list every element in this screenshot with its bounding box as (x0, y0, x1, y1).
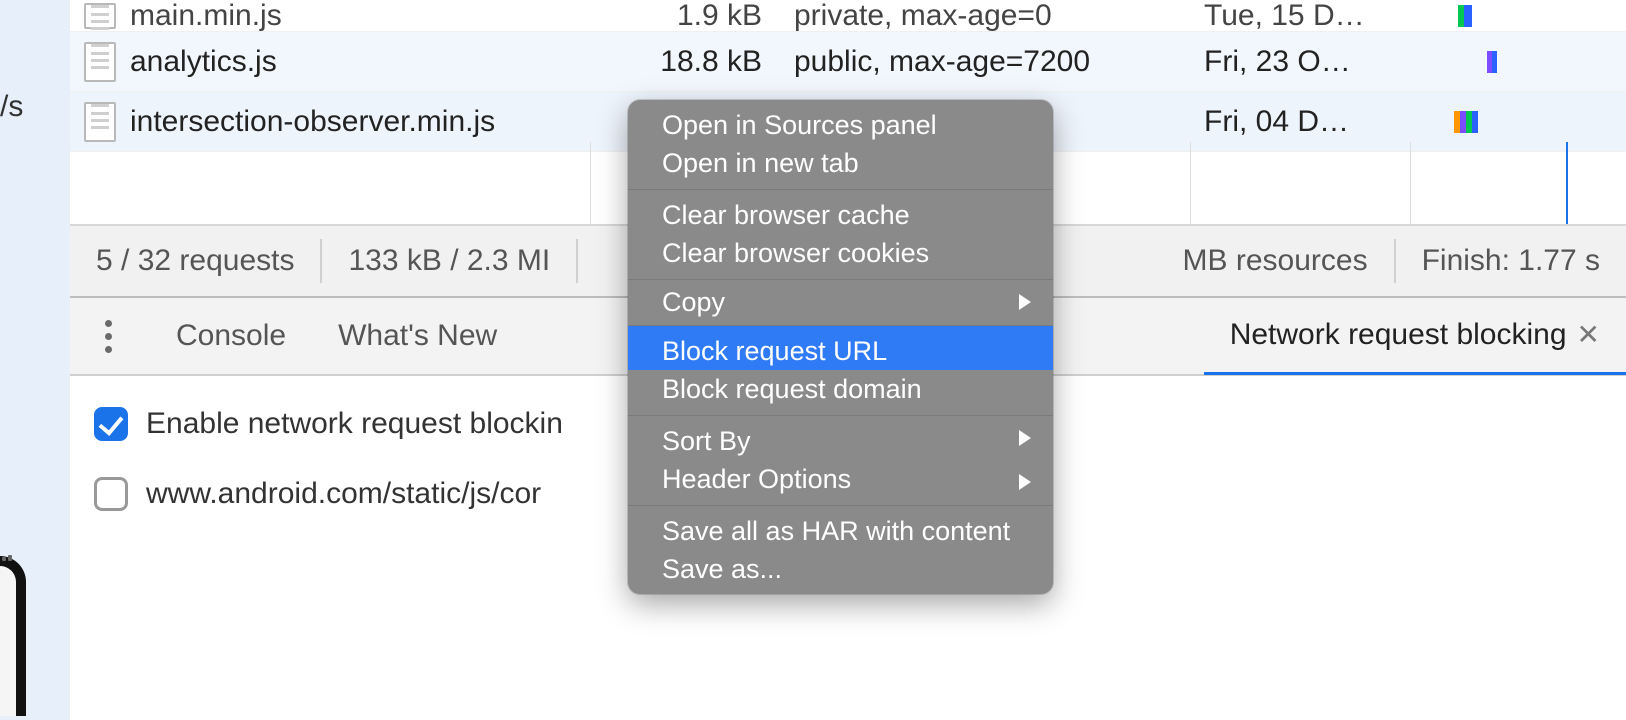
tab-console[interactable]: Console (150, 297, 312, 375)
ctx-sort-by[interactable]: Sort By (628, 416, 1053, 460)
ctx-label: Block request URL (662, 336, 887, 367)
file-size: 18.8 kB (590, 45, 780, 79)
file-name: main.min.js (130, 0, 282, 33)
ctx-label: Sort By (662, 426, 751, 457)
ctx-block-domain[interactable]: Block request domain (628, 370, 1053, 414)
ctx-block-url[interactable]: Block request URL (628, 326, 1053, 370)
close-icon[interactable]: ✕ (1577, 318, 1600, 351)
tab-label: What's New (338, 319, 497, 353)
tab-label: Console (176, 319, 286, 353)
device-signal-icon (2, 557, 6, 561)
ctx-header-options[interactable]: Header Options (628, 460, 1053, 504)
kebab-menu-icon[interactable] (88, 320, 128, 353)
enable-blocking-label: Enable network request blockin (146, 407, 563, 441)
file-icon (84, 42, 116, 82)
truncated-text: /s (0, 90, 23, 124)
status-finish: Finish: 1.77 s (1396, 239, 1626, 283)
device-signal-icon (8, 555, 12, 561)
status-transferred: 133 kB / 2.3 MI (322, 239, 578, 283)
tab-network-request-blocking[interactable]: Network request blocking ✕ (1204, 297, 1626, 375)
tab-label: Network request blocking (1230, 318, 1567, 352)
file-name: analytics.js (130, 45, 277, 79)
ctx-open-new-tab[interactable]: Open in new tab (628, 144, 1053, 188)
file-icon (84, 3, 116, 29)
ctx-save-as[interactable]: Save as... (628, 550, 1053, 594)
ctx-label: Open in Sources panel (662, 110, 937, 141)
ctx-clear-cache[interactable]: Clear browser cache (628, 190, 1053, 234)
file-name: intersection-observer.min.js (130, 105, 495, 139)
table-row[interactable]: analytics.js 18.8 kB public, max-age=720… (70, 32, 1626, 92)
ctx-open-sources[interactable]: Open in Sources panel (628, 100, 1053, 144)
cache-control: private, max-age=0 (780, 0, 1190, 33)
pattern-text: www.android.com/static/js/cor (146, 477, 541, 511)
enable-blocking-checkbox[interactable] (94, 407, 128, 441)
file-date: Fri, 04 D… (1190, 105, 1410, 139)
ctx-label: Copy (662, 287, 725, 318)
ctx-label: Clear browser cookies (662, 238, 929, 269)
file-icon (84, 102, 116, 142)
ctx-label: Clear browser cache (662, 200, 910, 231)
context-menu: Open in Sources panel Open in new tab Cl… (628, 100, 1053, 594)
file-date: Tue, 15 D… (1190, 0, 1410, 33)
ctx-label: Save all as HAR with content (662, 516, 1010, 547)
submenu-arrow-icon (1019, 294, 1031, 310)
cache-control: public, max-age=7200 (780, 45, 1190, 79)
table-row[interactable]: main.min.js 1.9 kB private, max-age=0 Tu… (70, 0, 1626, 32)
ctx-label: Open in new tab (662, 148, 859, 179)
pattern-checkbox[interactable] (94, 477, 128, 511)
file-size: 1.9 kB (590, 0, 780, 33)
ctx-label: Block request domain (662, 374, 922, 405)
submenu-arrow-icon (1019, 430, 1031, 446)
tab-whats-new[interactable]: What's New (312, 297, 523, 375)
file-date: Fri, 23 O… (1190, 45, 1410, 79)
status-resources: MB resources (1157, 239, 1396, 283)
ctx-copy[interactable]: Copy (628, 280, 1053, 324)
ctx-save-har[interactable]: Save all as HAR with content (628, 506, 1053, 550)
device-frame-corner (0, 556, 26, 716)
ctx-label: Save as... (662, 554, 782, 585)
submenu-arrow-icon (1019, 474, 1031, 490)
ctx-label: Header Options (662, 464, 851, 495)
status-requests: 5 / 32 requests (70, 239, 322, 283)
ctx-clear-cookies[interactable]: Clear browser cookies (628, 234, 1053, 278)
